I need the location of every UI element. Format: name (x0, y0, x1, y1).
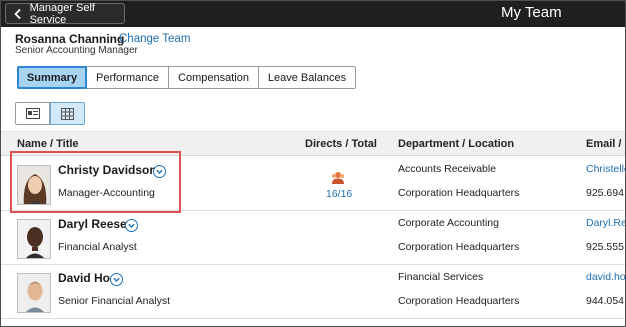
employee-email-link[interactable]: Daryl.Ree (586, 217, 625, 229)
page-title: My Team (501, 4, 562, 21)
column-directs-total[interactable]: Directs / Total (305, 138, 377, 150)
employee-department: Financial Services (398, 271, 484, 283)
my-team-page: Manager Self Service My Team Rosanna Cha… (0, 0, 626, 327)
tab-leave-balances[interactable]: Leave Balances (259, 66, 356, 89)
manager-name: Rosanna Channing (15, 32, 125, 46)
card-view-button[interactable] (15, 102, 50, 125)
table-row[interactable]: Daryl Reese Financial Analyst Corporate … (1, 211, 625, 265)
employee-name[interactable]: Daryl Reese (58, 217, 127, 231)
chevron-left-icon (14, 8, 21, 19)
table-header: Name / Title Directs / Total Department … (1, 131, 625, 156)
top-bar: Manager Self Service My Team (1, 1, 625, 27)
tab-compensation[interactable]: Compensation (169, 66, 259, 89)
card-view-icon (25, 108, 40, 119)
grid-view-icon (61, 107, 74, 120)
employee-email-link[interactable]: Christelle (586, 163, 625, 175)
employee-phone: 925.555.1 (586, 241, 625, 253)
chevron-down-icon[interactable] (153, 165, 166, 178)
table-row[interactable]: David Ho Senior Financial Analyst Financ… (1, 265, 625, 319)
back-button[interactable]: Manager Self Service (5, 1, 125, 26)
employee-phone: 925.694.1 (586, 187, 625, 199)
employee-photo (17, 219, 51, 259)
change-team-link[interactable]: Change Team (119, 33, 190, 45)
employee-department: Corporate Accounting (398, 217, 499, 229)
employee-photo (17, 165, 51, 205)
view-toggle-group (15, 102, 85, 125)
column-name-title[interactable]: Name / Title (17, 138, 79, 150)
employee-name[interactable]: David Ho (58, 271, 110, 285)
tab-performance[interactable]: Performance (87, 66, 169, 89)
employee-department: Accounts Receivable (398, 163, 497, 175)
directs-total-link[interactable]: 16/16 (326, 188, 352, 200)
employee-location: Corporation Headquarters (398, 241, 520, 253)
employee-name[interactable]: Christy Davidson (58, 163, 157, 177)
directs-people-icon (332, 172, 344, 184)
grid-view-button[interactable] (50, 102, 85, 125)
employee-email-link[interactable]: david.ho@ (586, 271, 625, 283)
employee-location: Corporation Headquarters (398, 187, 520, 199)
back-button-label: Manager Self Service (29, 1, 95, 26)
manager-title: Senior Accounting Manager (15, 45, 138, 56)
chevron-down-icon[interactable] (110, 273, 123, 286)
employee-title: Manager-Accounting (58, 187, 155, 199)
employee-location: Corporation Headquarters (398, 295, 520, 307)
employee-photo (17, 273, 51, 313)
column-department-location[interactable]: Department / Location (398, 138, 514, 150)
employee-phone: 944.054.1 (586, 295, 625, 307)
employee-title: Senior Financial Analyst (58, 295, 171, 307)
employee-title: Financial Analyst (58, 241, 137, 253)
column-email-phone[interactable]: Email / P (586, 138, 625, 150)
tab-summary[interactable]: Summary (17, 66, 87, 89)
tab-bar: Summary Performance Compensation Leave B… (17, 66, 356, 89)
chevron-down-icon[interactable] (125, 219, 138, 232)
table-row[interactable]: Christy Davidson Manager-Accounting 16/1… (1, 157, 625, 211)
